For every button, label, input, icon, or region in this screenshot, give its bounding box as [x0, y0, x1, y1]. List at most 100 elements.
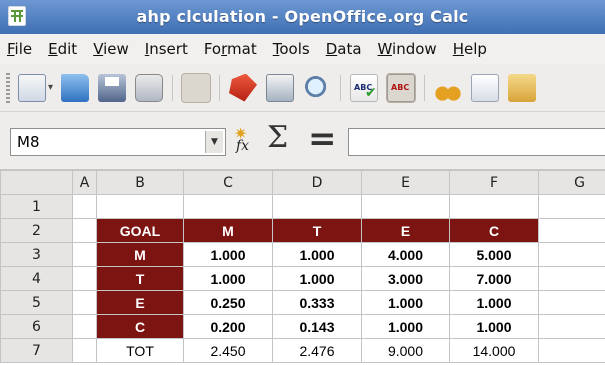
cell-a5[interactable]	[72, 290, 97, 315]
cell-c1[interactable]	[183, 194, 273, 219]
email-document-icon[interactable]	[135, 73, 164, 102]
column-header-a[interactable]: A	[72, 170, 97, 195]
formula-input[interactable]	[348, 128, 605, 156]
cell-f5[interactable]: 1.000	[449, 290, 539, 315]
row-header[interactable]: 6	[0, 314, 73, 339]
save-icon[interactable]	[98, 73, 127, 102]
window-title: ahp clculation - OpenOffice.org Calc	[136, 7, 469, 26]
cell-b4[interactable]: T	[96, 266, 184, 291]
row-header[interactable]: 2	[0, 218, 73, 243]
cell-e2[interactable]: E	[361, 218, 450, 243]
formula-equals-icon[interactable]: =	[308, 119, 337, 159]
menu-insert[interactable]: Insert	[142, 38, 191, 60]
column-header-g[interactable]: G	[538, 170, 605, 195]
name-box[interactable]: M8	[10, 128, 226, 156]
cell-d7[interactable]: 2.476	[272, 338, 362, 363]
cell-b5[interactable]: E	[96, 290, 184, 315]
cell-f6[interactable]: 1.000	[449, 314, 539, 339]
name-box-dropdown-icon[interactable]: ▼	[205, 131, 223, 153]
cell-a6[interactable]	[72, 314, 97, 339]
toolbar-grip-handle[interactable]	[6, 72, 10, 103]
cell-c5[interactable]: 0.250	[183, 290, 273, 315]
cell-d4[interactable]: 1.000	[272, 266, 362, 291]
menu-help[interactable]: Help	[450, 38, 490, 60]
cell-a4[interactable]	[72, 266, 97, 291]
cell-d2[interactable]: T	[272, 218, 362, 243]
cell-g1[interactable]	[538, 194, 605, 219]
new-document-icon[interactable]	[18, 73, 46, 102]
cell-f1[interactable]	[449, 194, 539, 219]
cell-d1[interactable]	[272, 194, 362, 219]
cell-a1[interactable]	[72, 194, 97, 219]
cell-g6[interactable]	[538, 314, 605, 339]
select-all-corner[interactable]	[0, 170, 73, 195]
column-header-e[interactable]: E	[361, 170, 450, 195]
row-header[interactable]: 1	[0, 194, 73, 219]
cell-b6[interactable]: C	[96, 314, 184, 339]
cell-f4[interactable]: 7.000	[449, 266, 539, 291]
cell-e5[interactable]: 1.000	[361, 290, 450, 315]
cell-c6[interactable]: 0.200	[183, 314, 273, 339]
cell-e7[interactable]: 9.000	[361, 338, 450, 363]
cell-e6[interactable]: 1.000	[361, 314, 450, 339]
cell-f3[interactable]: 5.000	[449, 242, 539, 267]
new-dropdown-arrow-icon[interactable]: ▾	[48, 82, 53, 93]
cell-a2[interactable]	[72, 218, 97, 243]
menu-data[interactable]: Data	[323, 38, 365, 60]
page-preview-icon[interactable]	[303, 73, 332, 102]
sheet-table: A B C D E F G 1 2 GOAL M T E C 3 M 1.000…	[0, 170, 605, 363]
cell-d5[interactable]: 0.333	[272, 290, 362, 315]
sum-icon[interactable]: Σ	[267, 120, 288, 155]
cell-e1[interactable]	[361, 194, 450, 219]
cell-b1[interactable]	[96, 194, 184, 219]
export-pdf-icon[interactable]	[229, 73, 258, 102]
cell-f2[interactable]: C	[449, 218, 539, 243]
cell-c7[interactable]: 2.450	[183, 338, 273, 363]
column-header-d[interactable]: D	[272, 170, 362, 195]
cell-e3[interactable]: 4.000	[361, 242, 450, 267]
toolbar-separator	[219, 74, 221, 101]
cell-c4[interactable]: 1.000	[183, 266, 273, 291]
menu-format[interactable]: Format	[201, 38, 260, 60]
cell-f7[interactable]: 14.000	[449, 338, 539, 363]
row-header[interactable]: 3	[0, 242, 73, 267]
column-header-c[interactable]: C	[183, 170, 273, 195]
menu-view[interactable]: View	[90, 38, 132, 60]
row-header[interactable]: 7	[0, 338, 73, 363]
open-folder-icon[interactable]	[61, 73, 90, 102]
cell-b7[interactable]: TOT	[96, 338, 184, 363]
column-header-f[interactable]: F	[449, 170, 539, 195]
cell-b3[interactable]: M	[96, 242, 184, 267]
cell-g7[interactable]	[538, 338, 605, 363]
menu-file[interactable]: File	[4, 38, 35, 60]
menu-tools[interactable]: Tools	[270, 38, 313, 60]
paste-icon[interactable]	[508, 73, 537, 102]
spellcheck-icon[interactable]: ABC ✔	[350, 73, 379, 102]
cell-g4[interactable]	[538, 266, 605, 291]
print-icon[interactable]	[266, 73, 295, 102]
menu-edit[interactable]: Edit	[45, 38, 80, 60]
row-header[interactable]: 4	[0, 266, 73, 291]
menu-window[interactable]: Window	[375, 38, 440, 60]
cell-a7[interactable]	[72, 338, 97, 363]
cell-g2[interactable]	[538, 218, 605, 243]
function-wizard-icon[interactable]: ✷ fx	[232, 124, 260, 156]
cell-b2[interactable]: GOAL	[96, 218, 184, 243]
copy-icon[interactable]	[471, 73, 500, 102]
cell-c2[interactable]: M	[183, 218, 273, 243]
cell-g3[interactable]	[538, 242, 605, 267]
cell-e4[interactable]: 3.000	[361, 266, 450, 291]
checkmark-icon: ✔	[365, 84, 377, 101]
autospellcheck-icon[interactable]: ABC	[386, 72, 417, 103]
cell-c3[interactable]: 1.000	[183, 242, 273, 267]
column-header-b[interactable]: B	[96, 170, 184, 195]
cell-a3[interactable]	[72, 242, 97, 267]
cell-d3[interactable]: 1.000	[272, 242, 362, 267]
edit-file-icon[interactable]	[181, 72, 212, 103]
cell-d6[interactable]: 0.143	[272, 314, 362, 339]
row-header[interactable]: 5	[0, 290, 73, 315]
cell-g5[interactable]	[538, 290, 605, 315]
table-row: 6 C 0.200 0.143 1.000 1.000	[0, 314, 605, 339]
toolbar-separator	[424, 74, 426, 101]
cut-scissors-icon[interactable]	[434, 73, 463, 102]
